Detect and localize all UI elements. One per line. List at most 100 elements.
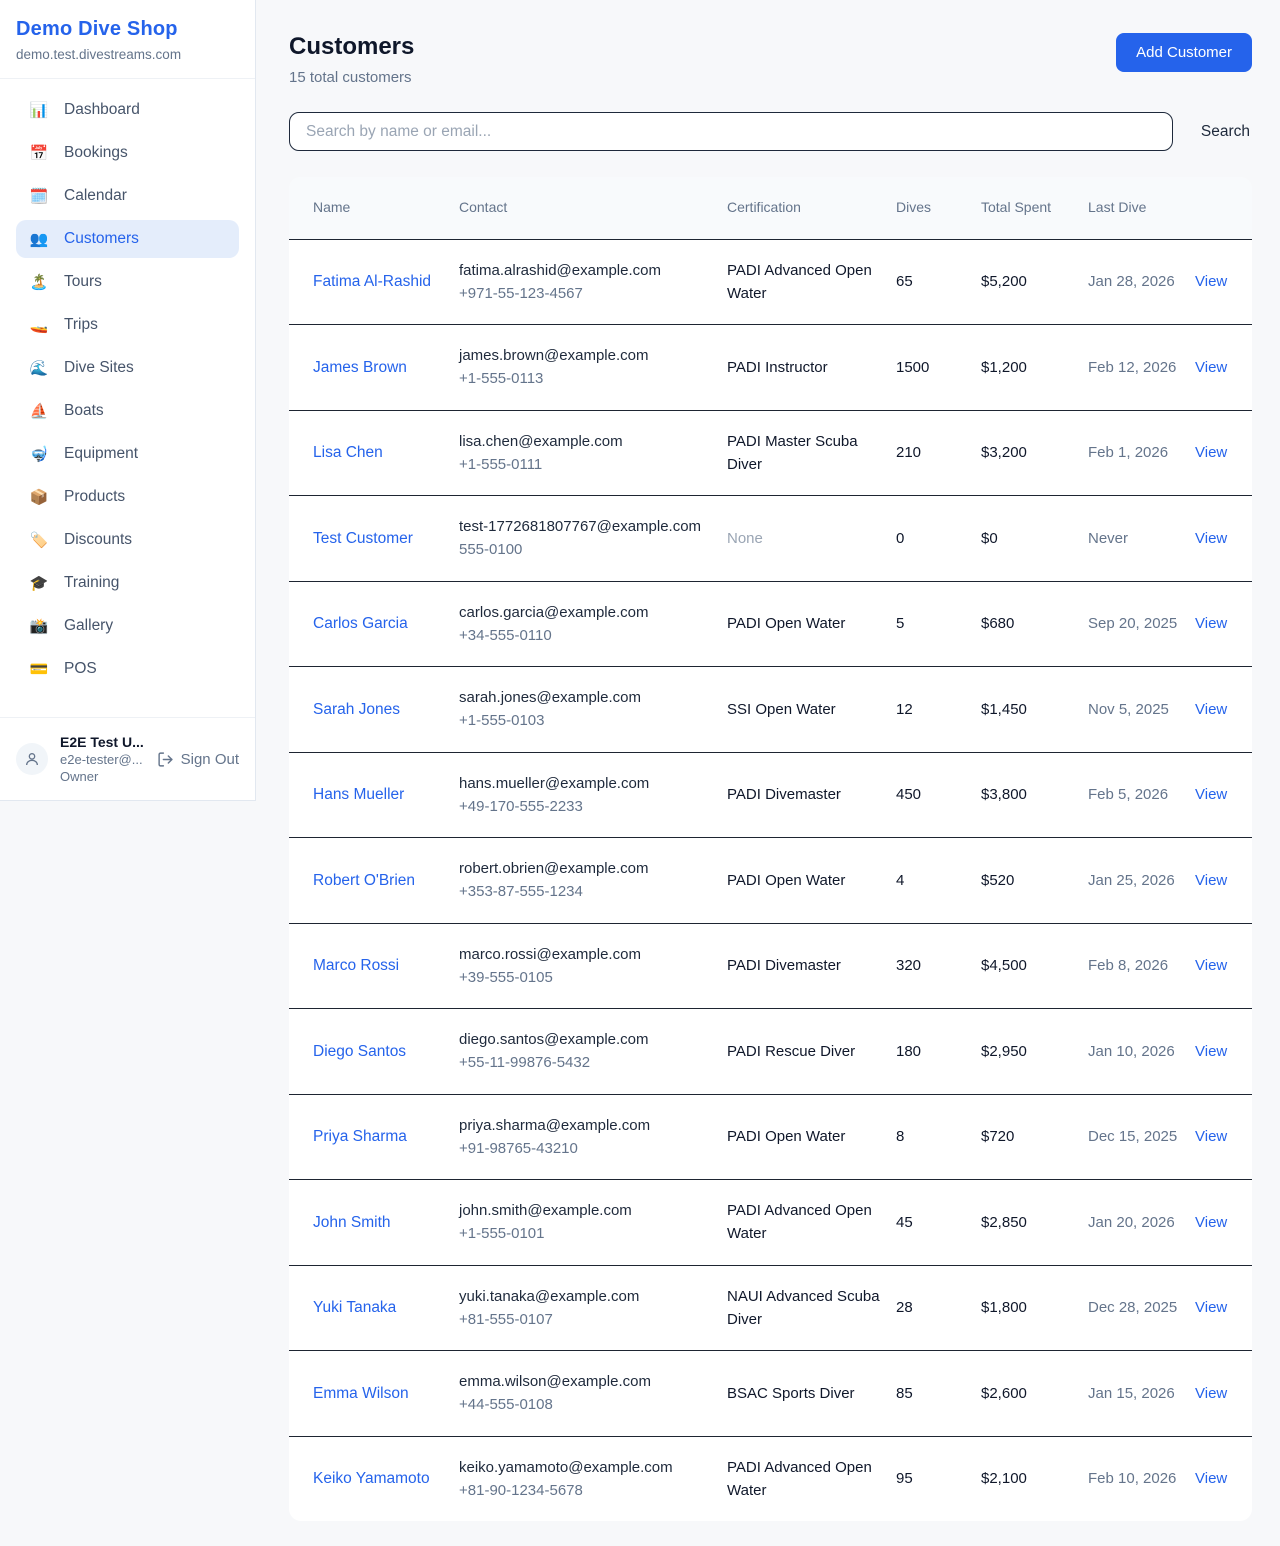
table-row: Diego Santos diego.santos@example.com +5… [289, 1009, 1252, 1095]
user-meta: E2E Test U... e2e-tester@... Owner [60, 734, 145, 784]
sidebar-item-customers[interactable]: 👥 Customers [16, 220, 239, 258]
customer-email: fatima.alrashid@example.com [459, 259, 727, 282]
table-row: Marco Rossi marco.rossi@example.com +39-… [289, 924, 1252, 1010]
dives-value: 12 [896, 679, 981, 740]
sidebar-item-training[interactable]: 🎓 Training [16, 564, 239, 602]
certification-value: SSI Open Water [727, 701, 836, 718]
sidebar-item-dive-sites[interactable]: 🌊 Dive Sites [16, 349, 239, 387]
dives-value: 4 [896, 850, 981, 911]
view-link[interactable]: View [1195, 530, 1227, 547]
column-header-name: Name [313, 177, 459, 239]
total-spent-value: $5,200 [981, 251, 1088, 312]
graduation-cap-icon: 🎓 [28, 576, 50, 591]
search-bar: Search [289, 112, 1252, 151]
sidebar-item-discounts[interactable]: 🏷️ Discounts [16, 521, 239, 559]
view-link[interactable]: View [1195, 1385, 1227, 1402]
dives-value: 450 [896, 764, 981, 825]
total-spent-value: $2,950 [981, 1021, 1088, 1082]
view-link[interactable]: View [1195, 786, 1227, 803]
spiral-calendar-icon: 🗓️ [28, 189, 50, 204]
view-link[interactable]: View [1195, 444, 1227, 461]
customer-phone: +1-555-0113 [459, 367, 727, 390]
customer-phone: +353-87-555-1234 [459, 880, 727, 903]
search-button[interactable]: Search [1199, 117, 1252, 147]
certification-value: PADI Advanced Open Water [727, 1459, 872, 1499]
customer-name-link[interactable]: Sarah Jones [313, 698, 400, 721]
customer-name-link[interactable]: Yuki Tanaka [313, 1296, 396, 1319]
sidebar-item-products[interactable]: 📦 Products [16, 478, 239, 516]
customer-name-link[interactable]: Emma Wilson [313, 1382, 409, 1405]
customer-name-link[interactable]: James Brown [313, 356, 407, 379]
sidebar-item-dashboard[interactable]: 📊 Dashboard [16, 91, 239, 129]
customer-name-link[interactable]: Hans Mueller [313, 783, 404, 806]
customer-name-link[interactable]: Marco Rossi [313, 954, 399, 977]
customer-name-link[interactable]: John Smith [313, 1211, 391, 1234]
certification-value: PADI Open Water [727, 1128, 845, 1145]
customer-phone: +34-555-0110 [459, 624, 727, 647]
total-spent-value: $2,600 [981, 1363, 1088, 1424]
sign-out-icon [157, 751, 174, 768]
page-title: Customers [289, 33, 414, 61]
customer-name-link[interactable]: Carlos Garcia [313, 612, 408, 635]
table-row: Sarah Jones sarah.jones@example.com +1-5… [289, 667, 1252, 753]
view-link[interactable]: View [1195, 615, 1227, 632]
column-header-total-spent: Total Spent [981, 177, 1088, 239]
table-row: Keiko Yamamoto keiko.yamamoto@example.co… [289, 1437, 1252, 1522]
total-spent-value: $4,500 [981, 935, 1088, 996]
customer-name-link[interactable]: Lisa Chen [313, 441, 383, 464]
dives-value: 8 [896, 1106, 981, 1167]
sidebar-item-equipment[interactable]: 🤿 Equipment [16, 435, 239, 473]
dives-value: 65 [896, 251, 981, 312]
sign-out-label: Sign Out [181, 751, 239, 768]
total-spent-value: $3,200 [981, 422, 1088, 483]
search-input[interactable] [289, 112, 1173, 151]
last-dive-value: Feb 1, 2026 [1088, 422, 1195, 483]
sidebar-header: Demo Dive Shop demo.test.divestreams.com [0, 0, 255, 79]
customer-phone: +971-55-123-4567 [459, 282, 727, 305]
customer-name-link[interactable]: Diego Santos [313, 1040, 406, 1063]
customer-name-link[interactable]: Fatima Al-Rashid [313, 270, 431, 293]
total-spent-value: $2,850 [981, 1192, 1088, 1253]
sidebar-item-tours[interactable]: 🏝️ Tours [16, 263, 239, 301]
certification-value: PADI Divemaster [727, 786, 841, 803]
view-link[interactable]: View [1195, 957, 1227, 974]
certification-value: PADI Open Water [727, 872, 845, 889]
last-dive-value: Dec 28, 2025 [1088, 1277, 1195, 1338]
customer-phone: +81-555-0107 [459, 1308, 727, 1331]
view-link[interactable]: View [1195, 1214, 1227, 1231]
view-link[interactable]: View [1195, 359, 1227, 376]
shop-name: Demo Dive Shop [16, 18, 239, 41]
customer-phone: +81-90-1234-5678 [459, 1479, 727, 1502]
last-dive-value: Jan 15, 2026 [1088, 1363, 1195, 1424]
sign-out-button[interactable]: Sign Out [157, 751, 239, 768]
view-link[interactable]: View [1195, 701, 1227, 718]
sidebar-item-calendar[interactable]: 🗓️ Calendar [16, 177, 239, 215]
last-dive-value: Nov 5, 2025 [1088, 679, 1195, 740]
view-link[interactable]: View [1195, 1128, 1227, 1145]
sidebar-item-pos[interactable]: 💳 POS [16, 650, 239, 688]
last-dive-value: Feb 10, 2026 [1088, 1448, 1195, 1509]
sidebar-item-gallery[interactable]: 📸 Gallery [16, 607, 239, 645]
add-customer-button[interactable]: Add Customer [1116, 33, 1252, 72]
certification-value: NAUI Advanced Scuba Diver [727, 1288, 880, 1328]
customer-email: keiko.yamamoto@example.com [459, 1456, 727, 1479]
last-dive-value: Feb 8, 2026 [1088, 935, 1195, 996]
customer-name-link[interactable]: Priya Sharma [313, 1125, 407, 1148]
speedboat-icon: 🚤 [28, 318, 50, 333]
view-link[interactable]: View [1195, 1299, 1227, 1316]
table-row: Carlos Garcia carlos.garcia@example.com … [289, 582, 1252, 668]
table-row: Hans Mueller hans.mueller@example.com +4… [289, 753, 1252, 839]
avatar [16, 743, 48, 775]
view-link[interactable]: View [1195, 273, 1227, 290]
customer-name-link[interactable]: Robert O'Brien [313, 869, 415, 892]
camera-icon: 📸 [28, 619, 50, 634]
customer-name-link[interactable]: Keiko Yamamoto [313, 1467, 430, 1490]
dives-value: 95 [896, 1448, 981, 1509]
sidebar-item-bookings[interactable]: 📅 Bookings [16, 134, 239, 172]
view-link[interactable]: View [1195, 872, 1227, 889]
customer-name-link[interactable]: Test Customer [313, 527, 413, 550]
sidebar-item-boats[interactable]: ⛵ Boats [16, 392, 239, 430]
table-row: Fatima Al-Rashid fatima.alrashid@example… [289, 240, 1252, 326]
view-link[interactable]: View [1195, 1043, 1227, 1060]
sidebar-item-trips[interactable]: 🚤 Trips [16, 306, 239, 344]
